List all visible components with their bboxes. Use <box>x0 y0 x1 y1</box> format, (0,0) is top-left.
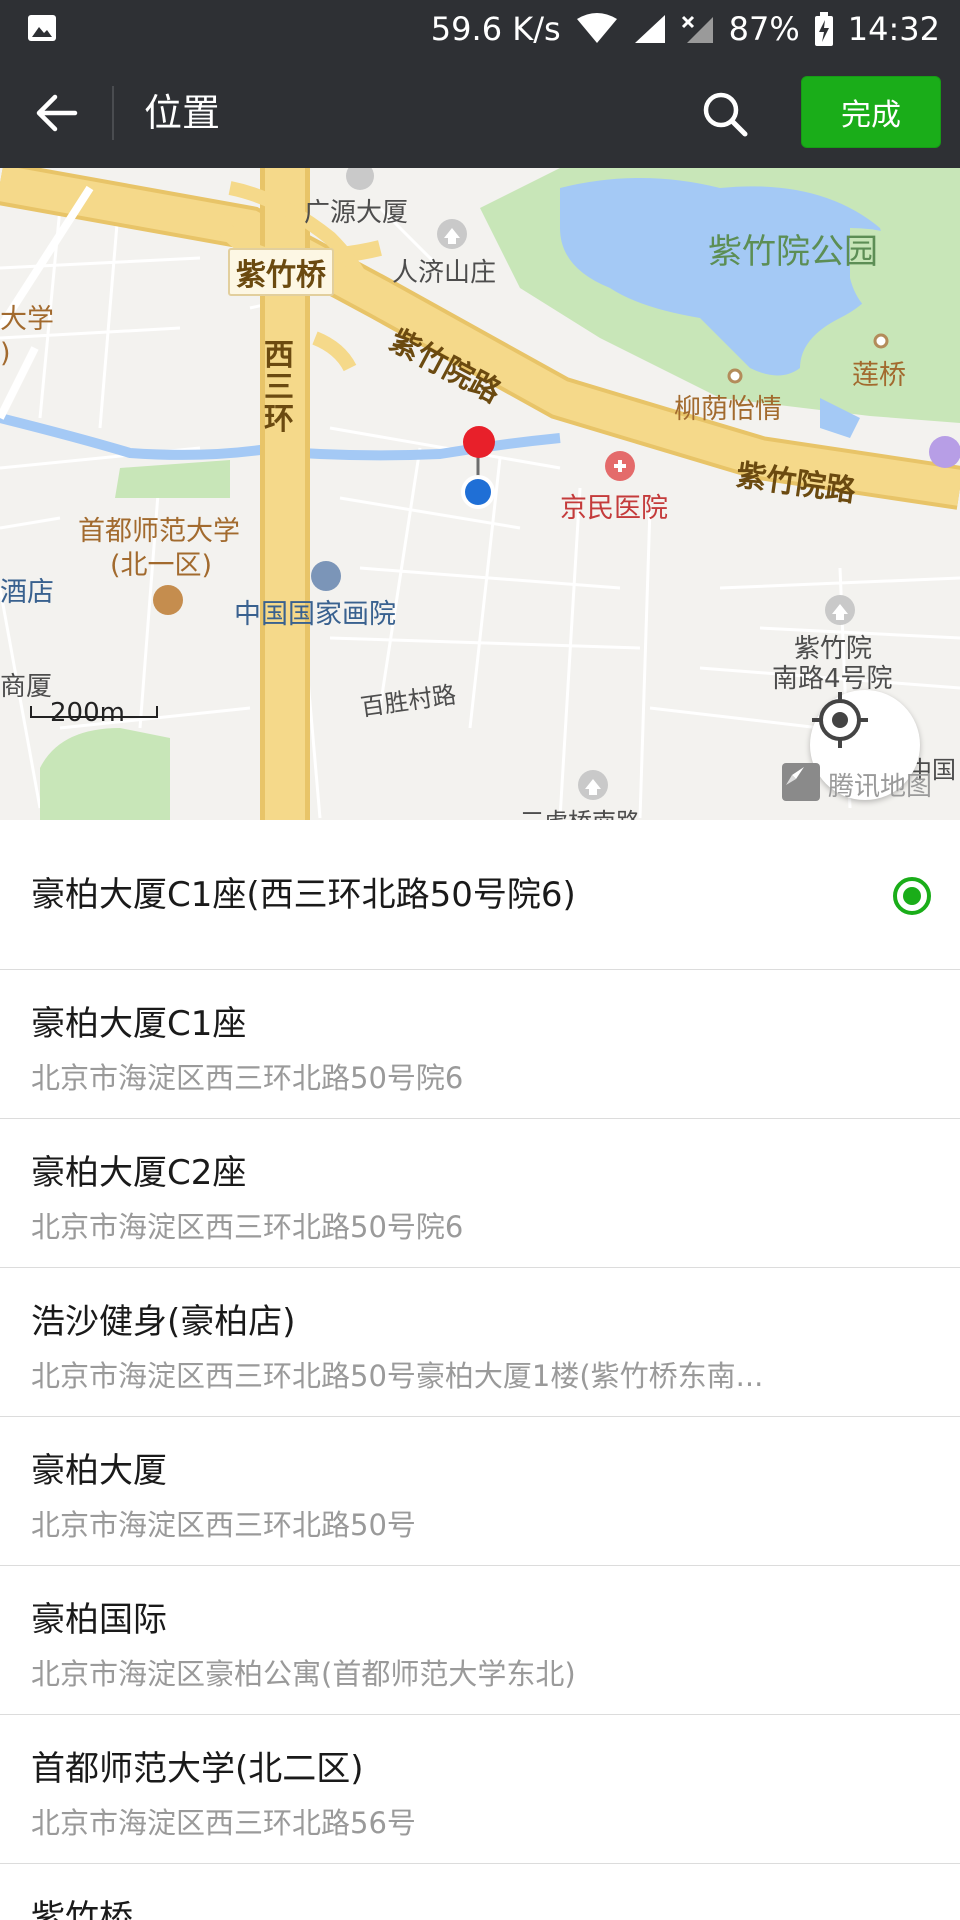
map-label-paren: ) <box>0 338 11 369</box>
map-label-zizhuqiao: 紫竹桥 <box>228 248 334 296</box>
back-arrow-icon <box>36 94 78 132</box>
list-item-address: 北京市海淀区西三环北路50号院6 <box>31 1210 464 1244</box>
map-provider-logo: 腾讯地图 <box>828 772 933 802</box>
search-icon <box>703 92 748 137</box>
title-divider <box>112 86 114 140</box>
map-scale-label: 200m <box>50 698 125 728</box>
network-speed: 59.6 K/s <box>430 10 561 48</box>
map-label-xisanhuan: 西三环 <box>264 338 294 437</box>
list-item-name: 浩沙健身(豪柏店) <box>31 1302 296 1342</box>
status-bar: 59.6 K/s 87% 14:32 <box>0 0 960 58</box>
list-item[interactable]: 豪柏大厦C2座 北京市海淀区西三环北路50号院6 <box>0 1119 960 1268</box>
search-button[interactable] <box>690 82 760 146</box>
compass-button[interactable] <box>782 763 820 801</box>
signal-icon <box>634 15 665 43</box>
map-label-daxue: 大学 <box>0 304 54 335</box>
map-label-shoudu-2: (北一区) <box>110 550 213 581</box>
map-label-liuyinyiqing: 柳荫怡情 <box>674 394 782 425</box>
map-label-renjishanzhuang: 人济山庄 <box>392 258 497 288</box>
list-item-name: 首都师范大学(北二区) <box>31 1749 364 1789</box>
list-item-name: 豪柏大厦C2座 <box>31 1153 247 1193</box>
list-item-name: 豪柏大厦 <box>31 1451 167 1491</box>
map-label-shoudu-1: 首都师范大学 <box>78 516 240 547</box>
list-item[interactable]: 豪柏国际 北京市海淀区豪柏公寓(首都师范大学东北) <box>0 1566 960 1715</box>
list-item[interactable]: 豪柏大厦 北京市海淀区西三环北路50号 <box>0 1417 960 1566</box>
list-item-address: 北京市海淀区豪柏公寓(首都师范大学东北) <box>31 1657 576 1691</box>
crosshair-icon <box>812 692 868 748</box>
list-item-address: 北京市海淀区西三环北路50号院6 <box>31 1061 464 1095</box>
wifi-icon <box>576 13 617 43</box>
selected-radio-icon <box>893 877 931 915</box>
list-item-name: 豪柏国际 <box>31 1600 167 1640</box>
list-item-selected[interactable]: 豪柏大厦C1座(西三环北路50号院6) <box>0 820 960 970</box>
list-item[interactable]: 紫竹桥 <box>0 1864 960 1920</box>
map-label-guangyuan: 广源大厦 <box>304 198 409 228</box>
map-label-huayuan: 中国国家画院 <box>234 599 396 630</box>
battery-percent: 87% <box>728 10 800 48</box>
list-item-address: 北京市海淀区西三环北路56号 <box>31 1806 416 1840</box>
map-label-jiudian: 酒店 <box>0 577 54 608</box>
battery-charging-icon <box>814 12 833 46</box>
location-list: 豪柏大厦C1座(西三环北路50号院6) 豪柏大厦C1座 北京市海淀区西三环北路5… <box>0 820 960 1920</box>
signal-no-data-icon <box>681 15 713 43</box>
selected-location-name: 豪柏大厦C1座(西三环北路50号院6) <box>31 875 576 915</box>
list-item-address: 北京市海淀区西三环北路50号豪柏大厦1楼(紫竹桥东南... <box>31 1359 764 1393</box>
clock: 14:32 <box>847 10 940 48</box>
image-notification-icon <box>28 15 56 41</box>
page-title: 位置 <box>144 91 221 135</box>
title-bar: 位置 完成 <box>0 58 960 168</box>
map-label-shangsha: 商厦 <box>0 672 53 702</box>
list-item[interactable]: 豪柏大厦C1座 北京市海淀区西三环北路50号院6 <box>0 970 960 1119</box>
list-item-name: 豪柏大厦C1座 <box>31 1004 247 1044</box>
map-label-jingmin: 京民医院 <box>560 493 668 524</box>
map-label-park: 紫竹院公园 <box>708 232 878 272</box>
done-button[interactable]: 完成 <box>801 76 941 148</box>
list-item[interactable]: 首都师范大学(北二区) 北京市海淀区西三环北路56号 <box>0 1715 960 1864</box>
list-item-name: 紫竹桥 <box>31 1898 133 1920</box>
map-label-lianqiao: 莲桥 <box>852 360 906 391</box>
compass-icon <box>786 767 804 785</box>
map-view[interactable]: 广源大厦 紫竹桥 人济山庄 紫竹院公园 大学 ) 西三环 紫竹院路 紫竹院路 莲… <box>0 168 960 820</box>
map-label-sanhu: 三虎桥南路 <box>520 802 640 820</box>
list-item-address: 北京市海淀区西三环北路50号 <box>31 1508 416 1542</box>
list-item[interactable]: 浩沙健身(豪柏店) 北京市海淀区西三环北路50号豪柏大厦1楼(紫竹桥东南... <box>0 1268 960 1417</box>
back-button[interactable] <box>22 80 92 146</box>
